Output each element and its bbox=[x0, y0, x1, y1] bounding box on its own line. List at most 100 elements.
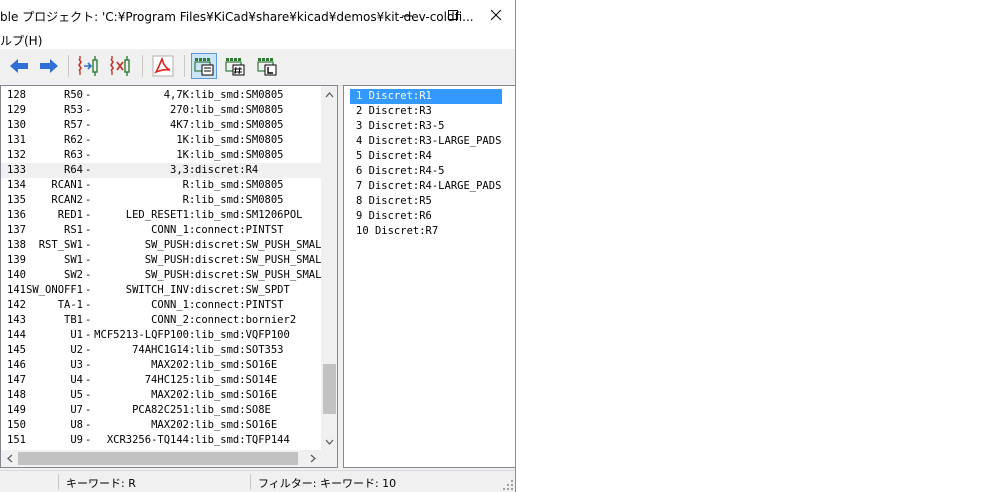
table-row[interactable]: 146 U3 MAX202 lib_smd:SO16E -: bbox=[1, 358, 321, 373]
remove-association-button[interactable] bbox=[108, 53, 134, 79]
row-colon: : bbox=[189, 344, 196, 356]
table-row[interactable]: 141 SW_ONOFF1 SWITCH_INV discret:SW_SPDT -: bbox=[1, 283, 321, 298]
table-row[interactable]: 148 U5 MAX202 lib_smd:SO16E -: bbox=[1, 388, 321, 403]
pdf-button[interactable] bbox=[150, 53, 176, 79]
list-item[interactable]: 6 Discret:R4-5 bbox=[350, 164, 502, 179]
row-footprint: lib_smd:SM1206POL bbox=[195, 209, 303, 221]
vertical-scroll-thumb[interactable] bbox=[323, 364, 336, 414]
row-colon: : bbox=[189, 314, 196, 326]
row-value: 74HC125 bbox=[144, 374, 189, 386]
filter-pin-count-button[interactable] bbox=[222, 53, 248, 79]
scroll-up-button[interactable] bbox=[321, 86, 337, 103]
list-item[interactable]: 3 Discret:R3-5 bbox=[350, 119, 502, 134]
table-row[interactable]: 149 U7 PCA82C251 lib_smd:SO8E -: bbox=[1, 403, 321, 418]
table-row[interactable]: 136 RED1 LED_RESET1 lib_smd:SM1206POL -: bbox=[1, 208, 321, 223]
horizontal-scroll-thumb[interactable] bbox=[18, 452, 298, 465]
table-row[interactable]: 130 R57 4K7 lib_smd:SM0805-: bbox=[1, 118, 321, 133]
row-dash: - bbox=[85, 434, 92, 446]
table-row[interactable]: 139 SW1 SW_PUSH discret:SW_PUSH_SMALL -: bbox=[1, 253, 328, 268]
table-row[interactable]: 133 R64 3,3 discret:R4-: bbox=[1, 163, 321, 178]
row-value: 4,7K bbox=[163, 89, 189, 101]
table-row[interactable]: 142 TA-1 CONN_1 connect:PINTST -: bbox=[1, 298, 321, 313]
row-footprint: discret:SW_PUSH_SMALL bbox=[195, 269, 328, 281]
row-footprint: connect:PINTST bbox=[195, 224, 284, 236]
table-row[interactable]: 150 U8 MAX202 lib_smd:SO16E -: bbox=[1, 418, 321, 433]
row-footprint: lib_smd:SO16E bbox=[195, 389, 278, 401]
maximize-button[interactable] bbox=[430, 0, 476, 30]
list-item[interactable]: 9 Discret:R6 bbox=[350, 209, 502, 224]
list-item[interactable]: 7 Discret:R4-LARGE_PADS bbox=[350, 179, 502, 194]
row-dash: - bbox=[85, 119, 92, 131]
table-row[interactable]: 135 RCAN2 Rlib_smd:SM0805-: bbox=[1, 193, 321, 208]
footprint-list-button[interactable] bbox=[191, 53, 217, 79]
table-row[interactable]: 129 R53 270 lib_smd:SM0805-: bbox=[1, 103, 321, 118]
table-row[interactable]: 143 TB1 CONN_2 connect:bornier2-: bbox=[1, 313, 321, 328]
table-row[interactable]: 137 RS1 CONN_1 connect:PINTST -: bbox=[1, 223, 321, 238]
row-colon: : bbox=[189, 179, 196, 191]
row-value: 74AHC1G14 bbox=[132, 344, 189, 356]
menu-bar: ルプ(H) bbox=[0, 30, 515, 49]
cvpcb-window: ble プロジェクト: 'C:¥Program Files¥KiCad¥shar… bbox=[0, 0, 516, 492]
row-footprint: lib_smd:TQFP144 bbox=[195, 434, 290, 446]
horizontal-scrollbar[interactable] bbox=[1, 450, 321, 467]
row-value: MAX202 bbox=[151, 419, 189, 431]
list-item[interactable]: 8 Discret:R5 bbox=[350, 194, 502, 209]
row-colon: : bbox=[189, 134, 196, 146]
vertical-scrollbar[interactable] bbox=[321, 86, 337, 450]
row-dash: - bbox=[85, 224, 92, 236]
list-item[interactable]: 2 Discret:R3 bbox=[350, 104, 502, 119]
row-colon: : bbox=[189, 269, 196, 281]
table-row[interactable]: 140 SW2 SW_PUSH discret:SW_PUSH_SMALL -: bbox=[1, 268, 328, 283]
row-colon: : bbox=[189, 419, 196, 431]
menu-help[interactable]: ルプ(H) bbox=[0, 32, 42, 49]
next-button[interactable] bbox=[36, 53, 62, 79]
list-item[interactable]: 10 Discret:R7 bbox=[350, 224, 502, 239]
list-item[interactable]: 4 Discret:R3-LARGE_PADS bbox=[350, 134, 502, 149]
row-colon: : bbox=[189, 89, 196, 101]
row-dash: - bbox=[85, 239, 92, 251]
minimize-button[interactable] bbox=[384, 0, 430, 30]
chevron-right-icon bbox=[310, 454, 316, 463]
table-row[interactable]: 138 RST_SW1 SW_PUSH discret:SW_PUSH_SMALL -: bbox=[1, 238, 328, 253]
table-row[interactable]: 132 R63 1K lib_smd:SM0805-: bbox=[1, 148, 321, 163]
previous-button[interactable] bbox=[6, 53, 32, 79]
table-row[interactable]: 134 RCAN1 Rlib_smd:SM0805-: bbox=[1, 178, 321, 193]
associate-button[interactable] bbox=[76, 53, 102, 79]
row-footprint: discret:SW_SPDT bbox=[195, 284, 290, 296]
status-filter: フィルター: キーワード: 10 bbox=[258, 477, 397, 490]
filter-library-button[interactable] bbox=[254, 53, 280, 79]
toolbar bbox=[0, 49, 515, 86]
table-row[interactable]: 128 R50 4,7K lib_smd:SM0805-: bbox=[1, 88, 321, 103]
scroll-left-button[interactable] bbox=[1, 450, 18, 467]
row-colon: : bbox=[189, 149, 196, 161]
row-footprint: lib_smd:SOT353 bbox=[195, 344, 284, 356]
table-row[interactable]: 151 U9 XCR3256-TQ144 lib_smd:TQFP144-: bbox=[1, 433, 321, 448]
table-row[interactable]: 147 U4 74HC125 lib_smd:SO14E -: bbox=[1, 373, 321, 388]
row-value: MCF5213-LQFP100 bbox=[94, 329, 189, 341]
row-value: CONN_1 bbox=[151, 224, 189, 236]
row-colon: : bbox=[189, 359, 196, 371]
row-dash: - bbox=[85, 284, 92, 296]
row-value: MAX202 bbox=[151, 359, 189, 371]
row-value: MAX202 bbox=[151, 389, 189, 401]
table-row[interactable]: 144 U1 MCF5213-LQFP100 lib_smd:VQFP100-: bbox=[1, 328, 321, 343]
chevron-left-icon bbox=[6, 454, 12, 463]
row-dash: - bbox=[85, 89, 92, 101]
scroll-right-button[interactable] bbox=[304, 450, 321, 467]
row-footprint: discret:SW_PUSH_SMALL bbox=[195, 239, 328, 251]
row-footprint: lib_smd:SO16E bbox=[195, 359, 278, 371]
scroll-down-button[interactable] bbox=[321, 433, 337, 450]
row-colon: : bbox=[189, 374, 196, 386]
row-colon: : bbox=[189, 239, 196, 251]
row-colon: : bbox=[189, 404, 196, 416]
table-row[interactable]: 131 R62 1K lib_smd:SM0805-: bbox=[1, 133, 321, 148]
list-item[interactable]: 1 Discret:R1 bbox=[350, 89, 502, 104]
resize-grip-icon[interactable] bbox=[502, 479, 514, 491]
row-dash: - bbox=[85, 149, 92, 161]
list-item[interactable]: 5 Discret:R4 bbox=[350, 149, 502, 164]
row-colon: : bbox=[189, 284, 196, 296]
row-colon: : bbox=[189, 389, 196, 401]
row-colon: : bbox=[189, 254, 196, 266]
close-button[interactable] bbox=[473, 0, 515, 30]
table-row[interactable]: 145 U2 74AHC1G14 lib_smd:SOT353-: bbox=[1, 343, 321, 358]
